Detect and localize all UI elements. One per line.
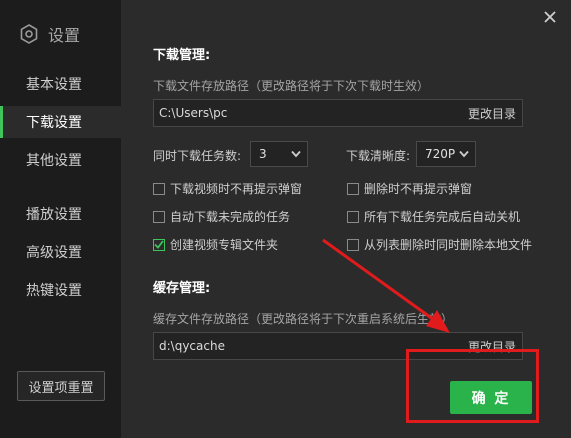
annotation-highlight-box: [406, 349, 539, 423]
